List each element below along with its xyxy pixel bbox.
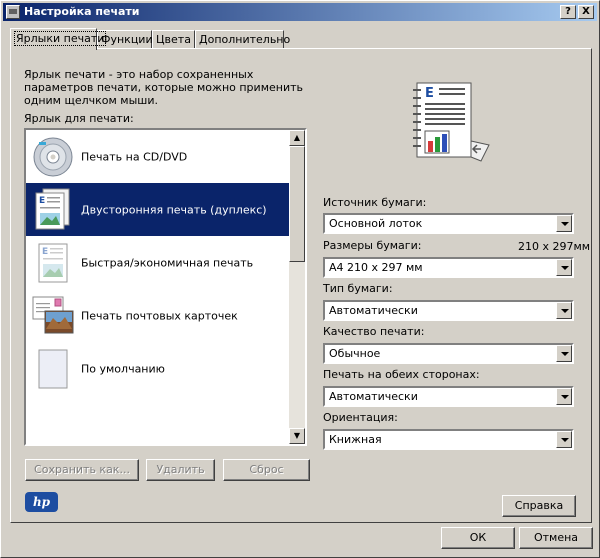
- shortcut-description: Ярлык печати - это набор сохраненных пар…: [24, 68, 303, 107]
- paper-size-value: А4 210 x 297 мм: [329, 261, 423, 274]
- title-bar: Настройка печати ? X: [3, 3, 597, 21]
- tab-advanced-label: Дополнительно: [199, 33, 291, 46]
- printer-icon: [6, 5, 20, 19]
- list-item-duplex[interactable]: E Двусторонняя печать (дуплекс): [26, 183, 291, 236]
- tab-features-label: Функции: [101, 33, 153, 46]
- duplex-label: Печать на обеих сторонах:: [323, 368, 480, 381]
- shortcuts-list[interactable]: Печать на CD/DVD E Двусторонняя печать (…: [24, 128, 307, 446]
- paper-size-select[interactable]: А4 210 x 297 мм: [323, 257, 574, 278]
- orientation-label: Ориентация:: [323, 411, 398, 424]
- page-preview-icon: E: [413, 82, 490, 162]
- tab-colors-label: Цвета: [156, 33, 191, 46]
- list-item-label: Быстрая/экономичная печать: [81, 256, 254, 269]
- list-item-default[interactable]: По умолчанию: [26, 342, 291, 395]
- list-item-label: Печать на CD/DVD: [81, 150, 188, 163]
- list-item-postcards[interactable]: Печать почтовых карточек: [26, 289, 291, 342]
- ok-button[interactable]: ОК: [441, 527, 515, 549]
- postcard-icon: [32, 296, 74, 334]
- chevron-down-icon[interactable]: [556, 259, 572, 276]
- help-button[interactable]: Справка: [502, 495, 576, 517]
- delete-button[interactable]: Удалить: [146, 459, 215, 481]
- hp-logo: hp: [25, 492, 58, 512]
- duplex-document-icon: E: [35, 188, 70, 230]
- tab-advanced[interactable]: Дополнительно: [195, 30, 290, 49]
- cancel-button[interactable]: Отмена: [519, 527, 593, 549]
- orientation-select[interactable]: Книжная: [323, 429, 574, 450]
- tab-shortcuts-label: Ярлыки печати: [14, 31, 107, 46]
- paper-type-select[interactable]: Автоматически: [323, 300, 574, 321]
- print-quality-select[interactable]: Обычное: [323, 343, 574, 364]
- scroll-down-icon[interactable]: ▼: [289, 428, 305, 444]
- scroll-thumb[interactable]: [289, 146, 305, 262]
- list-item-economy[interactable]: E Быстрая/экономичная печать: [26, 236, 291, 289]
- paper-size-label: Размеры бумаги:: [323, 239, 422, 252]
- print-quality-label: Качество печати:: [323, 325, 425, 338]
- paper-type-value: Автоматически: [329, 304, 418, 317]
- print-settings-window: Настройка печати ? X Ярлыки печати Функц…: [0, 0, 600, 558]
- svg-text:E: E: [425, 86, 434, 101]
- paper-source-select[interactable]: Основной лоток: [323, 213, 574, 234]
- tab-colors[interactable]: Цвета: [152, 30, 195, 49]
- list-item-label: Печать почтовых карточек: [81, 309, 238, 322]
- list-item-label: Двусторонняя печать (дуплекс): [81, 203, 267, 216]
- chevron-down-icon[interactable]: [556, 215, 572, 232]
- paper-source-value: Основной лоток: [329, 217, 423, 230]
- orientation-value: Книжная: [329, 433, 382, 446]
- reset-button[interactable]: Сброс: [223, 459, 310, 481]
- duplex-value: Автоматически: [329, 390, 418, 403]
- paper-source-label: Источник бумаги:: [323, 196, 427, 209]
- list-scrollbar[interactable]: ▲ ▼: [289, 130, 305, 444]
- chevron-down-icon[interactable]: [556, 388, 572, 405]
- economy-document-icon: E: [38, 243, 68, 283]
- paper-type-label: Тип бумаги:: [323, 282, 393, 295]
- help-title-button[interactable]: ?: [560, 5, 576, 19]
- list-item-cd-dvd[interactable]: Печать на CD/DVD: [26, 130, 291, 183]
- tab-shortcuts[interactable]: Ярлыки печати: [10, 28, 107, 50]
- save-as-button[interactable]: Сохранить как...: [25, 459, 139, 481]
- scroll-up-icon[interactable]: ▲: [289, 130, 305, 146]
- close-title-button[interactable]: X: [578, 5, 594, 19]
- shortcuts-label: Ярлык для печати:: [24, 112, 134, 125]
- list-item-label: По умолчанию: [81, 362, 165, 375]
- svg-text:E: E: [39, 196, 45, 206]
- print-quality-value: Обычное: [329, 347, 381, 360]
- paper-size-dims: 210 x 297мм: [518, 240, 591, 253]
- chevron-down-icon[interactable]: [556, 431, 572, 448]
- blank-page-icon: [38, 349, 68, 389]
- cd-dvd-icon: [33, 137, 73, 177]
- chevron-down-icon[interactable]: [556, 345, 572, 362]
- svg-text:E: E: [42, 247, 48, 257]
- chevron-down-icon[interactable]: [556, 302, 572, 319]
- window-title: Настройка печати: [24, 5, 140, 18]
- duplex-select[interactable]: Автоматически: [323, 386, 574, 407]
